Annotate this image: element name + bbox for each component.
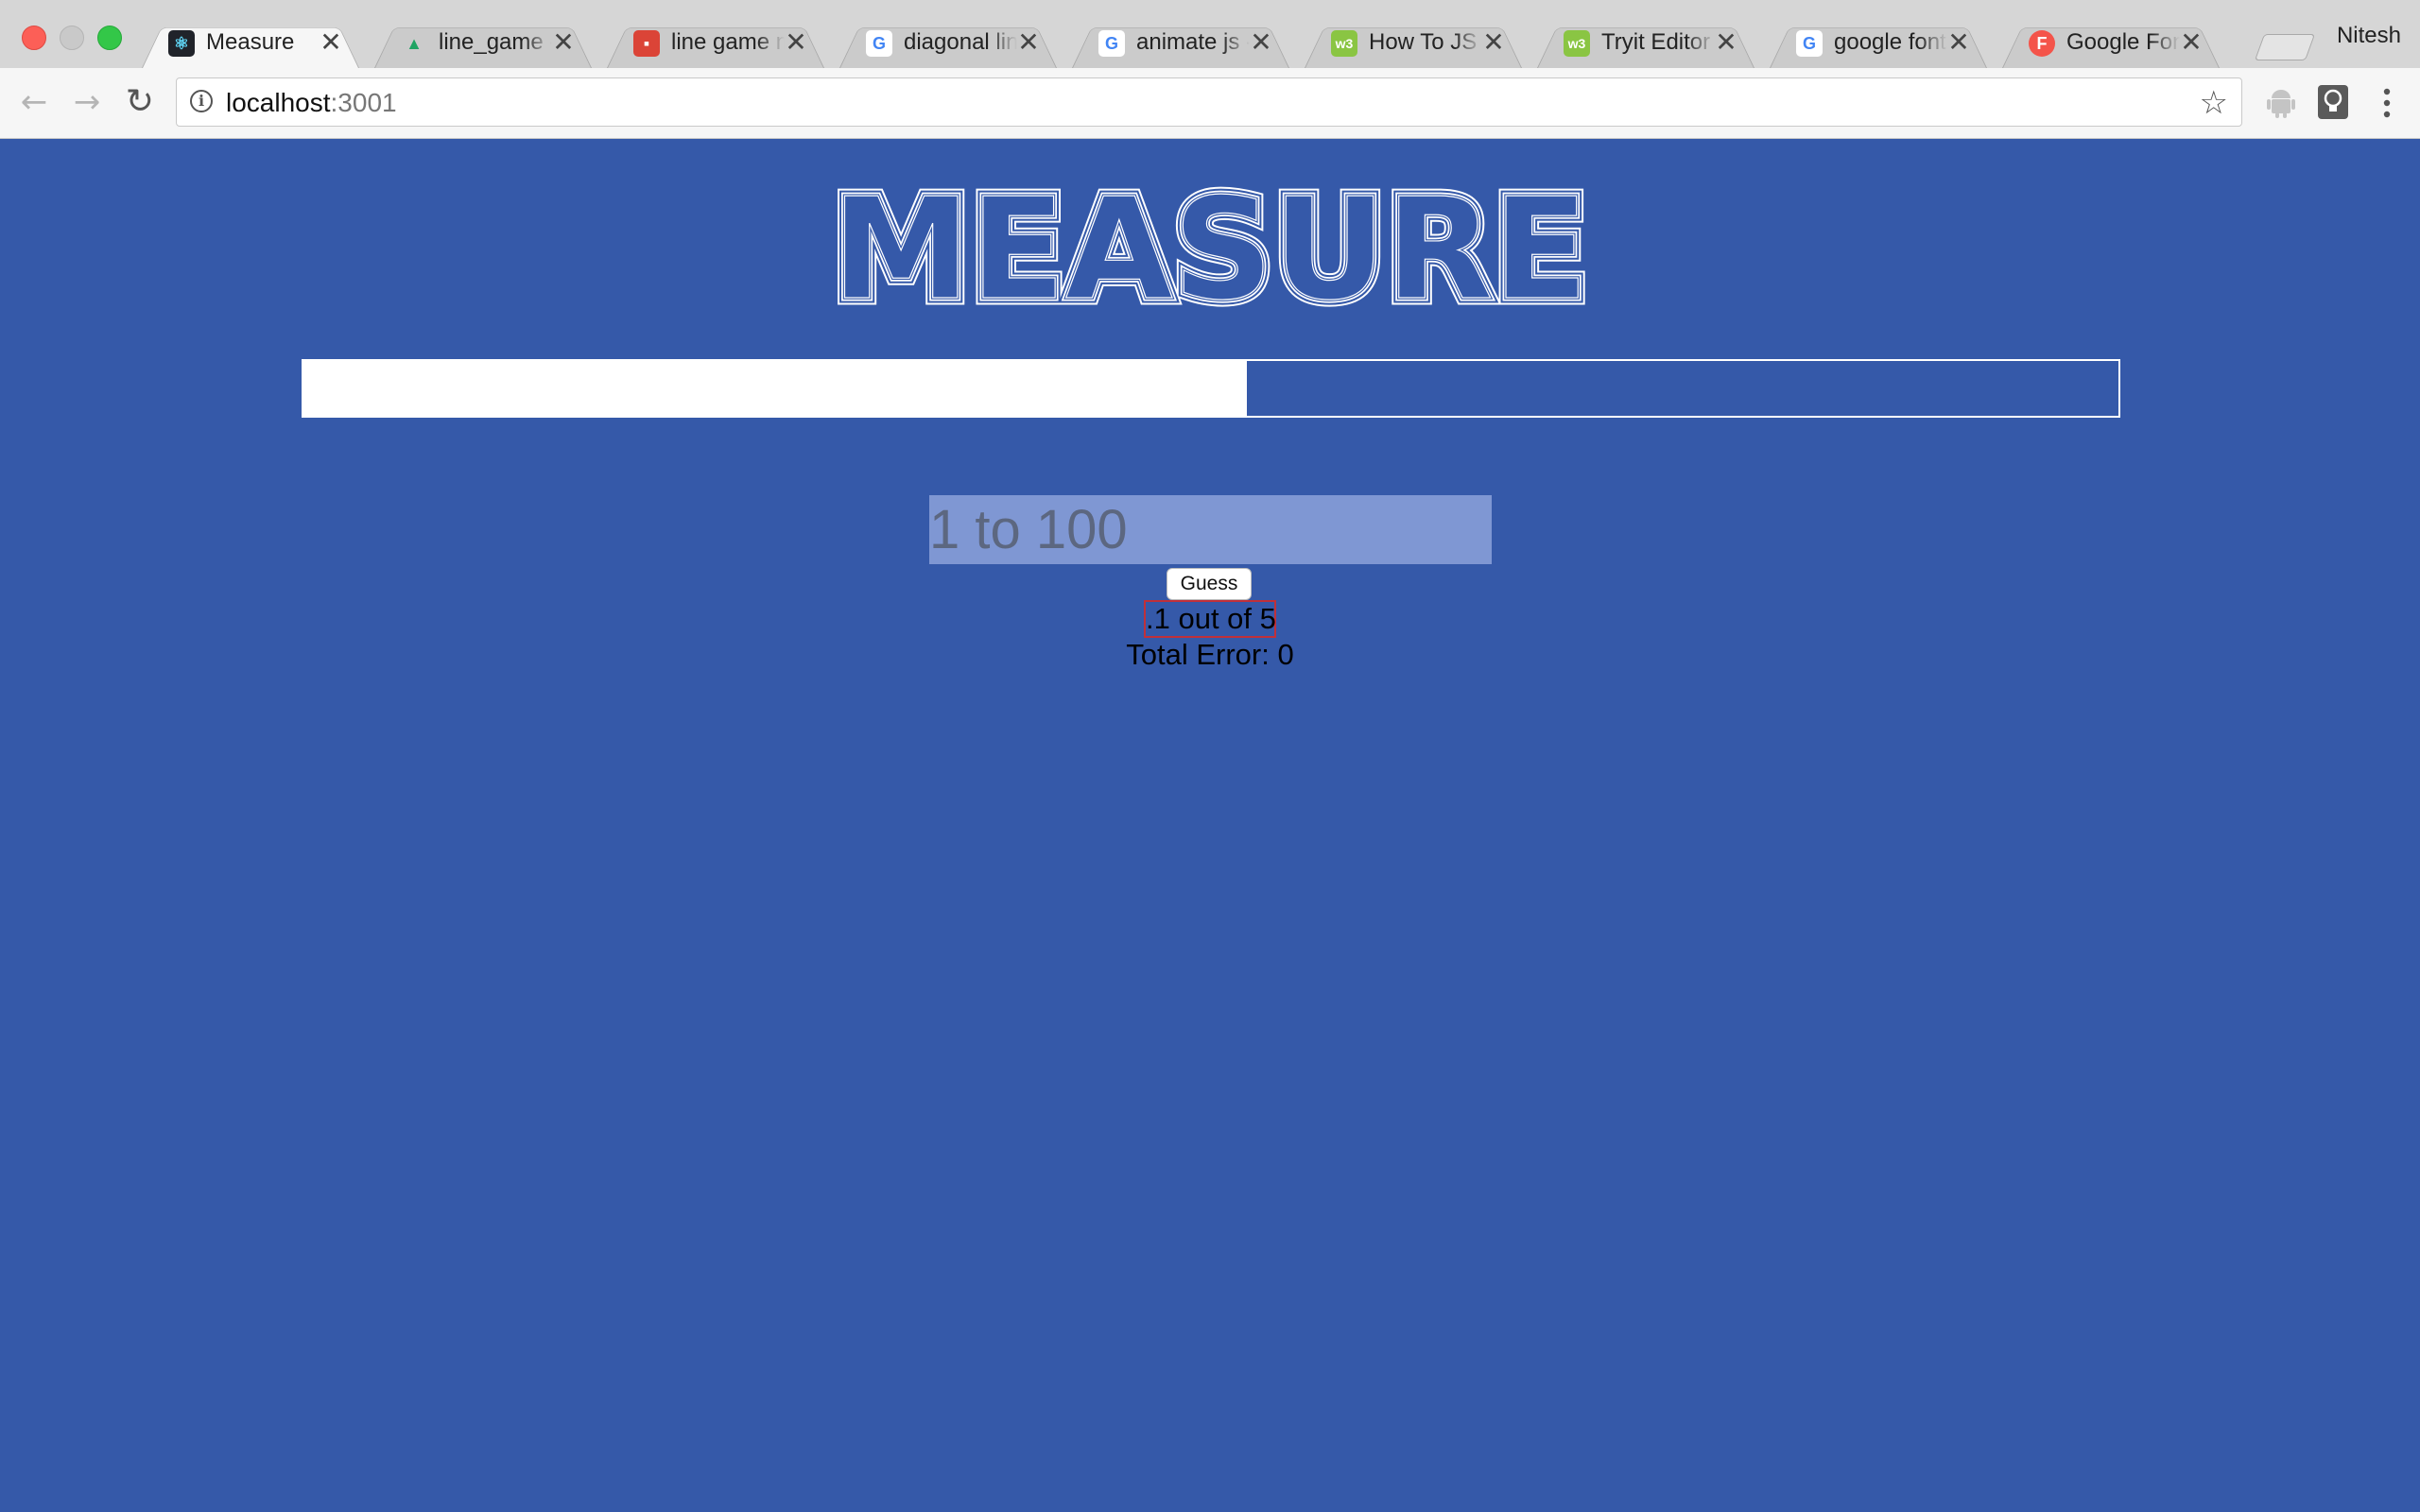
w3schools-icon: w3	[1564, 30, 1590, 57]
tab-close-icon[interactable]: ✕	[1713, 28, 1739, 57]
url-host: localhost	[226, 88, 331, 117]
browser-tab[interactable]: Ggoogle fonts ✕	[1770, 17, 1987, 69]
bookmark-star-icon[interactable]: ☆	[2200, 84, 2228, 122]
tab-close-icon[interactable]: ✕	[1480, 28, 1507, 57]
tab-close-icon[interactable]: ✕	[783, 28, 809, 57]
tab-title: Tryit Editor v	[1601, 29, 1715, 55]
tab-title: google fonts	[1834, 29, 1947, 55]
total-error: Total Error: 0	[1126, 638, 1294, 671]
window-minimize-button[interactable]	[60, 26, 84, 50]
address-bar[interactable]: i localhost:3001 ☆	[176, 77, 2242, 127]
browser-tab[interactable]: Gdiagonal line✕	[839, 17, 1057, 69]
page-viewport: MEASURE MEASURE MEASURE MEASURE MEASURE …	[0, 139, 2420, 1512]
window-close-button[interactable]	[22, 26, 46, 50]
logo-text-core: MEASURE	[832, 177, 1588, 318]
browser-tab[interactable]: Ganimate js - ✕	[1072, 17, 1289, 69]
guess-button[interactable]: Guess	[1167, 568, 1252, 600]
tab-title: Measure	[206, 29, 295, 55]
google-icon: G	[1098, 30, 1125, 57]
tab-close-icon[interactable]: ✕	[1015, 28, 1042, 57]
browser-toolbar: ← → ↻ i localhost:3001 ☆	[0, 68, 2420, 139]
new-tab-button[interactable]	[2254, 34, 2316, 60]
browser-menu-icon[interactable]	[2373, 85, 2401, 121]
google-icon: G	[1796, 30, 1823, 57]
browser-tab[interactable]: w3 How To JS A✕	[1305, 17, 1522, 69]
site-info-icon[interactable]: i	[190, 90, 213, 112]
browser-tab[interactable]: ⚛ Measure ✕	[142, 17, 359, 69]
forward-arrow-icon[interactable]: →	[68, 83, 106, 121]
google-drive-icon: ▲	[406, 33, 423, 53]
tab-close-icon[interactable]: ✕	[1248, 28, 1274, 57]
tab-close-icon[interactable]: ✕	[1945, 28, 1972, 57]
tab-title: line game m	[671, 29, 785, 55]
tab-close-icon[interactable]: ✕	[550, 28, 577, 57]
android-extension-icon[interactable]	[2265, 87, 2297, 119]
react-icon: ⚛	[168, 30, 195, 57]
round-progress-bar	[302, 359, 2120, 418]
measure-logo: MEASURE MEASURE MEASURE MEASURE MEASURE	[813, 162, 1607, 338]
tab-title: Google Font	[2066, 29, 2180, 55]
browser-tab[interactable]: ▪ line game m ✕	[607, 17, 824, 69]
w3schools-icon: w3	[1331, 30, 1357, 57]
round-counter: .1 out of 5	[1144, 600, 1276, 638]
reload-icon[interactable]: ↻	[121, 83, 159, 121]
url-text[interactable]: localhost:3001	[226, 88, 397, 118]
lightbulb-extension-icon[interactable]	[2318, 85, 2348, 119]
profile-name[interactable]: Nitesh	[2337, 23, 2401, 49]
google-icon: G	[866, 30, 892, 57]
progress-fill	[303, 361, 1248, 416]
browser-tab-strip: ⚛ Measure ✕ ▲ line_game - ✕ ▪ line game m ✕ Gdiag…	[0, 0, 2420, 69]
guess-input[interactable]	[929, 495, 1492, 564]
tab-title: line_game -	[439, 29, 552, 55]
fontawesome-icon: F	[2029, 30, 2055, 57]
slides-icon: ▪	[633, 30, 660, 57]
back-arrow-icon[interactable]: ←	[15, 83, 53, 121]
window-maximize-button[interactable]	[97, 26, 122, 50]
tab-close-icon[interactable]: ✕	[318, 28, 344, 57]
browser-tab[interactable]: F Google Font ✕	[2002, 17, 2220, 69]
tab-title: diagonal line	[904, 29, 1017, 55]
tab-title: animate js -	[1136, 29, 1250, 55]
browser-tab[interactable]: ▲ line_game - ✕	[374, 17, 592, 69]
browser-tab[interactable]: w3 Tryit Editor v✕	[1537, 17, 1754, 69]
tab-title: How To JS A	[1369, 29, 1482, 55]
url-port: :3001	[330, 88, 397, 117]
tab-close-icon[interactable]: ✕	[2178, 28, 2204, 57]
